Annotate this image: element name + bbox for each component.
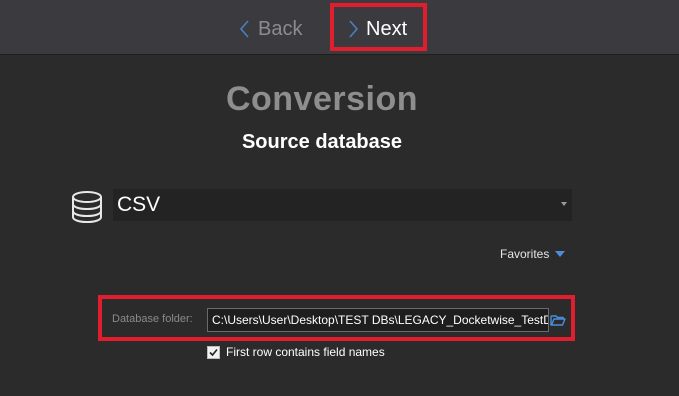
page-subtitle: Source database <box>241 131 403 153</box>
next-button[interactable]: Next <box>346 10 407 48</box>
database-folder-input[interactable]: C:\Users\User\Desktop\TEST DBs\LEGACY_Do… <box>207 308 549 332</box>
first-row-field-names-option[interactable]: First row contains field names <box>207 345 385 359</box>
back-button[interactable]: Back <box>238 10 302 48</box>
first-row-checkbox-label: First row contains field names <box>226 345 385 359</box>
first-row-checkbox[interactable] <box>207 345 220 359</box>
dropdown-caret-icon <box>561 202 567 206</box>
folder-open-icon[interactable] <box>550 313 566 327</box>
page-title: Conversion <box>225 80 419 118</box>
favorites-dropdown[interactable]: Favorites <box>500 247 566 261</box>
next-button-label: Next <box>366 17 408 40</box>
database-folder-label: Database folder: <box>112 313 193 325</box>
favorites-label: Favorites <box>500 247 550 261</box>
source-database-type-select[interactable]: CSV <box>113 189 572 221</box>
top-navigation-bar: Back Next <box>0 0 679 55</box>
database-icon <box>70 190 104 224</box>
selected-database-type: CSV <box>117 193 161 216</box>
chevron-right-icon <box>346 19 360 39</box>
checkmark-icon <box>209 348 218 356</box>
triangle-down-icon <box>555 251 566 257</box>
back-button-label: Back <box>258 17 303 40</box>
chevron-left-icon <box>238 19 252 39</box>
